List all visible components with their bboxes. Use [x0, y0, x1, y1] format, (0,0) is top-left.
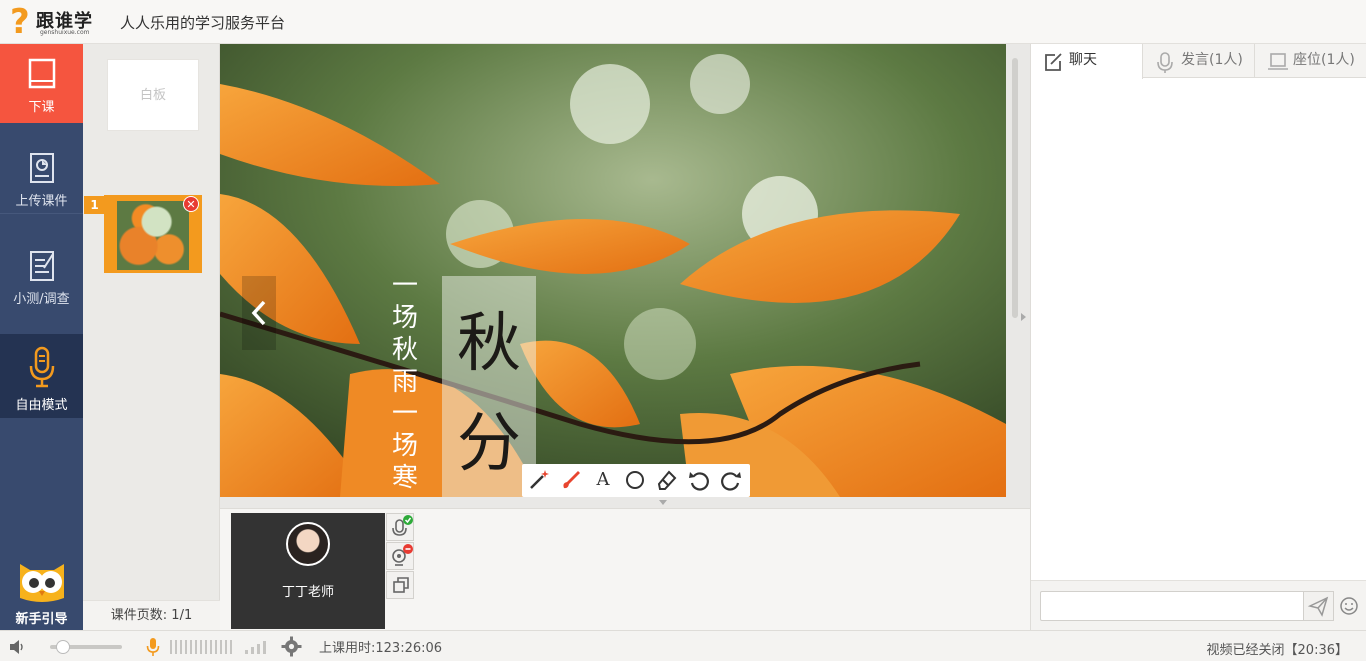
owl-icon — [19, 564, 64, 602]
right-panel: 聊天 发言(1人) 座位(1人) — [1030, 44, 1366, 630]
poem-char: 一 — [391, 399, 418, 429]
teacher-name: 丁丁老师 — [281, 585, 334, 600]
class-elapsed-time: 上课用时:123:26:06 — [319, 641, 443, 656]
chevron-left-icon — [251, 300, 266, 326]
popout-window-button[interactable] — [386, 571, 414, 599]
delete-slide-icon[interactable]: ✕ — [183, 196, 199, 212]
edit-icon — [1045, 53, 1062, 71]
gear-icon[interactable] — [281, 636, 302, 657]
top-bar: ? 跟谁学 genshuixue.com 人人乐用的学习服务平台 — [0, 0, 1366, 44]
teacher-video-card[interactable]: 丁丁老师 — [231, 513, 385, 629]
chat-input[interactable] — [1040, 591, 1304, 621]
poem-char: 寒 — [391, 463, 418, 493]
slide-image: 一 场 秋 雨 一 场 寒 秋 分 A — [220, 44, 1006, 497]
video-status: 视频已经关闭【20:36】 — [1206, 643, 1348, 658]
circle-icon[interactable] — [622, 467, 648, 493]
emoji-icon[interactable] — [1339, 596, 1359, 616]
camera-off-button[interactable] — [386, 542, 414, 570]
beginner-guide-button[interactable]: 新手引导 — [0, 552, 83, 630]
collapse-right-arrow-icon[interactable] — [1020, 312, 1028, 322]
panel-tabs: 聊天 发言(1人) 座位(1人) — [1031, 44, 1366, 79]
free-mode-label: 自由模式 — [15, 398, 68, 413]
autumn-leaves-illustration — [220, 44, 1006, 497]
video-area: 丁丁老师 — [220, 508, 1030, 630]
seat-icon — [1268, 53, 1288, 70]
chat-messages — [1031, 79, 1366, 579]
brush-icon[interactable] — [558, 467, 584, 493]
end-class-button[interactable]: 下课 — [0, 44, 83, 123]
eraser-icon[interactable] — [654, 467, 680, 493]
microphone-icon — [1157, 52, 1173, 73]
tab-chat[interactable]: 聊天 — [1031, 44, 1143, 79]
poem-char: 秋 — [391, 335, 418, 365]
bottom-bar: 上课用时:123:26:06 视频已经关闭【20:36】 — [0, 630, 1366, 661]
logo-question-mark: ? — [10, 2, 30, 42]
title-char: 秋 — [457, 307, 521, 381]
guide-label: 新手引导 — [15, 612, 68, 627]
mic-on-button[interactable] — [386, 513, 414, 541]
upload-courseware-button[interactable]: 上传课件 — [0, 134, 83, 214]
tab-seat-label: 座位(1人) — [1293, 52, 1355, 68]
drawing-toolbar: A — [522, 464, 750, 497]
volume-slider-handle[interactable] — [56, 640, 70, 654]
classroom-app: ? 跟谁学 genshuixue.com 人人乐用的学习服务平台 下课 上传课件 — [0, 0, 1366, 661]
presentation-stage: 一 场 秋 雨 一 场 寒 秋 分 A — [220, 44, 1030, 508]
tab-speak-label: 发言(1人) — [1181, 52, 1243, 68]
free-mode-button[interactable]: 自由模式 — [0, 334, 83, 418]
page-count: 课件页数: 1/1 — [83, 600, 220, 630]
whiteboard-slide[interactable]: 白板 — [107, 59, 199, 131]
window-icon — [393, 577, 409, 593]
camera-remove-icon — [392, 544, 413, 566]
courseware-icon — [29, 153, 54, 183]
wand-icon[interactable] — [526, 467, 552, 493]
signal-icon — [245, 641, 266, 654]
tab-seat[interactable]: 座位(1人) — [1255, 44, 1366, 78]
send-button[interactable] — [1303, 591, 1334, 621]
poem-char: 场 — [391, 303, 418, 333]
slide-thumbnail-image — [117, 201, 189, 270]
book-icon — [28, 58, 55, 89]
quiz-icon — [29, 251, 54, 281]
tab-chat-label: 聊天 — [1069, 52, 1097, 68]
slogan: 人人乐用的学习服务平台 — [120, 14, 286, 32]
collapse-down-arrow-icon[interactable] — [658, 499, 668, 507]
mic-check-icon — [392, 515, 413, 536]
quiz-survey-button[interactable]: 小测/调查 — [0, 224, 83, 307]
slide-vertical-poem: 一 场 秋 雨 一 场 寒 — [390, 270, 420, 494]
microphone-icon — [29, 346, 54, 388]
avatar — [286, 522, 330, 566]
text-icon[interactable]: A — [590, 467, 616, 493]
poem-char: 雨 — [391, 367, 418, 397]
left-nav: 下课 上传课件 小测/调查 自由模式 新手引导 — [0, 44, 83, 630]
poem-char: 场 — [391, 431, 418, 461]
chat-input-row — [1031, 580, 1366, 630]
speaker-icon[interactable] — [8, 639, 26, 655]
mic-level-meter — [170, 640, 232, 654]
stage-scrollbar[interactable] — [1012, 58, 1018, 318]
undo-icon[interactable] — [686, 467, 712, 493]
logo: ? 跟谁学 genshuixue.com — [10, 2, 110, 42]
redo-icon[interactable] — [718, 467, 744, 493]
previous-slide-button[interactable] — [242, 276, 276, 350]
slide-number-badge: 1 — [84, 196, 105, 214]
tab-speak[interactable]: 发言(1人) — [1143, 44, 1255, 78]
upload-label: 上传课件 — [15, 194, 68, 209]
quiz-label: 小测/调查 — [13, 292, 70, 307]
send-icon — [1307, 596, 1329, 617]
poem-char: 一 — [391, 271, 418, 301]
end-class-label: 下课 — [28, 100, 55, 115]
slide-list-panel: 白板 1 ✕ 课件页数: 1/1 — [83, 44, 220, 630]
microphone-icon[interactable] — [146, 637, 160, 657]
logo-url: genshuixue.com — [40, 29, 90, 36]
